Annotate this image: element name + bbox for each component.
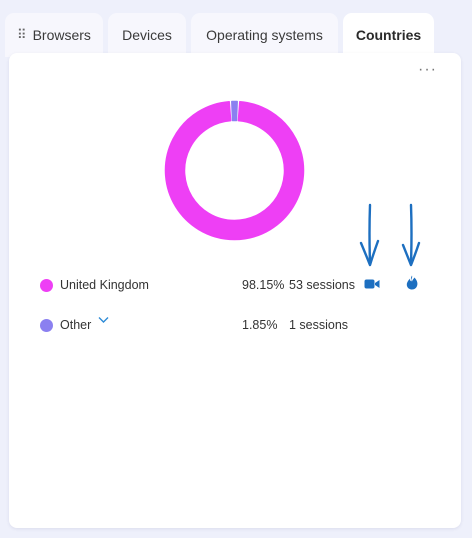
- annotation-arrow-down: [401, 203, 421, 267]
- legend-color-dot: [40, 319, 53, 332]
- tab-countries[interactable]: Countries: [343, 13, 434, 57]
- annotation-arrow-down: [359, 203, 380, 267]
- tab-label: Devices: [122, 27, 172, 43]
- tab-label: Operating systems: [206, 27, 323, 43]
- chevron-down-icon[interactable]: [98, 315, 109, 327]
- donut-chart-svg: [164, 100, 305, 241]
- legend-color-dot: [40, 279, 53, 292]
- legend-item-other[interactable]: Other 1.85% 1 sessions: [40, 316, 440, 336]
- legend-percent: 98.15%: [242, 278, 285, 292]
- tab-devices[interactable]: Devices: [108, 13, 186, 57]
- drag-handle-icon[interactable]: ⠿: [17, 27, 26, 43]
- donut-chart: [162, 98, 307, 243]
- tab-label: Countries: [355, 27, 422, 43]
- legend-percent: 1.85%: [242, 318, 278, 332]
- legend-country-name: United Kingdom: [60, 278, 149, 292]
- tab-browsers[interactable]: ⠿ Browsers: [5, 13, 103, 57]
- donut-slice-other[interactable]: [231, 100, 238, 122]
- flame-icon[interactable]: [406, 275, 418, 290]
- tab-label: Browsers: [32, 27, 91, 43]
- more-options-button[interactable]: ···: [418, 61, 437, 79]
- video-camera-icon[interactable]: [364, 278, 380, 290]
- legend-country-name: Other: [60, 318, 92, 332]
- tab-bar: ⠿ Browsers Devices Operating systems Cou…: [0, 0, 472, 60]
- countries-panel: ··· United Kingdom 98.15% 53 sessions Ot…: [9, 53, 461, 528]
- legend-item-united-kingdom[interactable]: United Kingdom 98.15% 53 sessions: [40, 276, 440, 296]
- donut-slice-united-kingdom[interactable]: [164, 100, 305, 241]
- legend-sessions: 53 sessions: [289, 278, 356, 292]
- tab-operating-systems[interactable]: Operating systems: [191, 13, 338, 57]
- legend-sessions: 1 sessions: [289, 318, 349, 332]
